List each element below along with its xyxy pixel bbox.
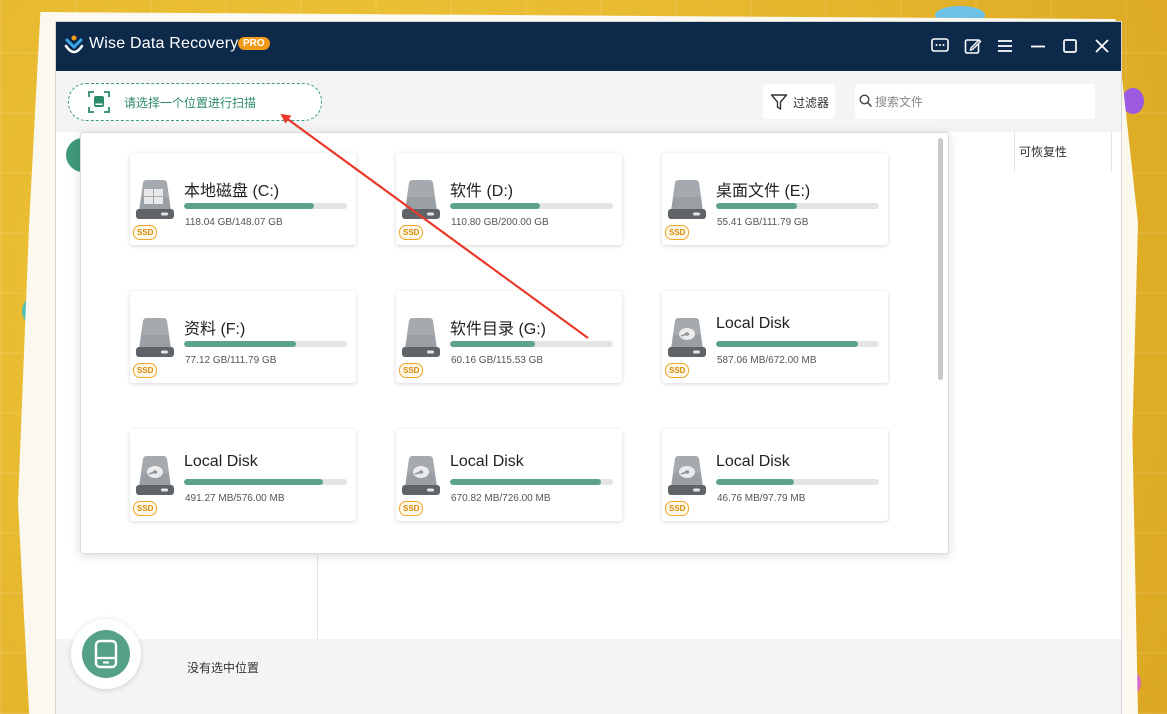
drive-usage-fill bbox=[716, 203, 797, 209]
drive-usage-bar bbox=[716, 479, 879, 485]
close-icon[interactable] bbox=[1092, 36, 1112, 56]
drive-usage-bar bbox=[450, 341, 613, 347]
drive-name: Local Disk bbox=[716, 453, 790, 470]
filter-label: 过滤器 bbox=[793, 96, 830, 110]
drive-size: 55.41 GB/111.79 GB bbox=[717, 217, 809, 228]
drive-name: 本地磁盘 (C:) bbox=[184, 183, 280, 200]
hard-drive-icon bbox=[134, 315, 176, 359]
drive-usage-fill bbox=[716, 341, 859, 347]
drive-name: 资料 (F:) bbox=[184, 321, 246, 338]
app-title: Wise Data Recovery bbox=[89, 35, 239, 52]
menu-icon[interactable] bbox=[995, 36, 1015, 56]
drive-size: 77.12 GB/111.79 GB bbox=[185, 355, 277, 366]
app-logo-icon bbox=[64, 35, 84, 54]
title-bar: Wise Data Recovery PRO bbox=[56, 22, 1121, 71]
edit-icon[interactable] bbox=[963, 36, 983, 56]
windows-drive-icon bbox=[134, 177, 176, 221]
drive-icon bbox=[94, 639, 118, 669]
drive-usage-bar bbox=[184, 341, 347, 347]
drive-usage-bar bbox=[450, 203, 613, 209]
drive-selection-popup: 本地磁盘 (C:) 118.04 GB/148.07 GB SSD 软件 (D:) 11… bbox=[80, 132, 949, 554]
drive-usage-fill bbox=[450, 341, 535, 347]
scan-location-icon bbox=[88, 91, 110, 113]
drive-usage-fill bbox=[184, 341, 297, 347]
hard-drive-icon bbox=[666, 177, 708, 221]
drive-size: 118.04 GB/148.07 GB bbox=[185, 217, 283, 228]
drive-usage-bar bbox=[716, 203, 879, 209]
drive-type-badge: SSD bbox=[133, 501, 158, 516]
drive-card[interactable]: 资料 (F:) 77.12 GB/111.79 GB SSD bbox=[130, 291, 356, 383]
drive-card[interactable]: 桌面文件 (E:) 55.41 GB/111.79 GB SSD bbox=[662, 153, 888, 245]
disk-platter-icon bbox=[666, 453, 708, 497]
disk-platter-icon bbox=[666, 315, 708, 359]
drive-type-badge: SSD bbox=[133, 363, 158, 378]
drive-size: 46.76 MB/97.79 MB bbox=[717, 493, 806, 504]
drive-type-badge: SSD bbox=[665, 225, 690, 240]
drive-usage-bar bbox=[184, 203, 347, 209]
drive-type-badge: SSD bbox=[665, 363, 690, 378]
select-location-label: 请选择一个位置进行扫描 bbox=[124, 96, 257, 110]
search-icon bbox=[859, 94, 873, 108]
disk-platter-icon bbox=[134, 453, 176, 497]
minimize-icon[interactable] bbox=[1028, 36, 1048, 56]
popup-scrollbar[interactable] bbox=[938, 138, 943, 380]
column-header-recoverability[interactable]: 可恢复性 bbox=[1014, 132, 1112, 172]
maximize-icon[interactable] bbox=[1060, 36, 1080, 56]
drive-usage-fill bbox=[716, 479, 794, 485]
drive-name: Local Disk bbox=[184, 453, 258, 470]
drive-name: 软件目录 (G:) bbox=[450, 321, 546, 338]
toolbar: 请选择一个位置进行扫描 过滤器 bbox=[56, 71, 1121, 132]
select-location-button[interactable]: 请选择一个位置进行扫描 bbox=[68, 83, 322, 121]
drive-usage-fill bbox=[450, 479, 601, 485]
drive-card[interactable]: Local Disk 587.06 MB/672.00 MB SSD bbox=[662, 291, 888, 383]
drive-size: 587.06 MB/672.00 MB bbox=[717, 355, 817, 366]
drive-card[interactable]: 本地磁盘 (C:) 118.04 GB/148.07 GB SSD bbox=[130, 153, 356, 245]
filter-icon bbox=[770, 94, 788, 110]
drive-usage-fill bbox=[450, 203, 541, 209]
drive-usage-fill bbox=[184, 479, 324, 485]
filter-button[interactable]: 过滤器 bbox=[763, 84, 835, 119]
drive-type-badge: SSD bbox=[399, 363, 424, 378]
drive-name: Local Disk bbox=[450, 453, 524, 470]
drive-type-badge: SSD bbox=[665, 501, 690, 516]
scan-drive-button[interactable] bbox=[71, 619, 141, 689]
hard-drive-icon bbox=[400, 177, 442, 221]
drive-name: 软件 (D:) bbox=[450, 183, 514, 200]
drive-card[interactable]: Local Disk 491.27 MB/576.00 MB SSD bbox=[130, 429, 356, 521]
drive-usage-fill bbox=[184, 203, 314, 209]
drive-type-badge: SSD bbox=[399, 225, 424, 240]
drive-usage-bar bbox=[450, 479, 613, 485]
drive-size: 670.82 MB/726.00 MB bbox=[451, 493, 551, 504]
drive-name: Local Disk bbox=[716, 315, 790, 332]
search-input[interactable] bbox=[873, 91, 1087, 113]
status-text: 没有选中位置 bbox=[187, 661, 260, 675]
drive-card[interactable]: 软件目录 (G:) 60.16 GB/115.53 GB SSD bbox=[396, 291, 622, 383]
drive-type-badge: SSD bbox=[399, 501, 424, 516]
drive-card[interactable]: Local Disk 46.76 MB/97.79 MB SSD bbox=[662, 429, 888, 521]
drive-size: 491.27 MB/576.00 MB bbox=[185, 493, 285, 504]
drive-type-badge: SSD bbox=[133, 225, 158, 240]
search-box bbox=[855, 84, 1095, 119]
drive-size: 110.80 GB/200.00 GB bbox=[451, 217, 549, 228]
disk-platter-icon bbox=[400, 453, 442, 497]
feedback-icon[interactable] bbox=[930, 36, 950, 56]
drive-card[interactable]: 软件 (D:) 110.80 GB/200.00 GB SSD bbox=[396, 153, 622, 245]
pro-badge: PRO bbox=[238, 37, 270, 50]
drive-size: 60.16 GB/115.53 GB bbox=[451, 355, 544, 366]
drive-name: 桌面文件 (E:) bbox=[716, 183, 811, 200]
drive-card[interactable]: Local Disk 670.82 MB/726.00 MB SSD bbox=[396, 429, 622, 521]
bottom-bar: 没有选中位置 bbox=[56, 619, 1121, 714]
hard-drive-icon bbox=[400, 315, 442, 359]
drive-usage-bar bbox=[184, 479, 347, 485]
drive-usage-bar bbox=[716, 341, 879, 347]
